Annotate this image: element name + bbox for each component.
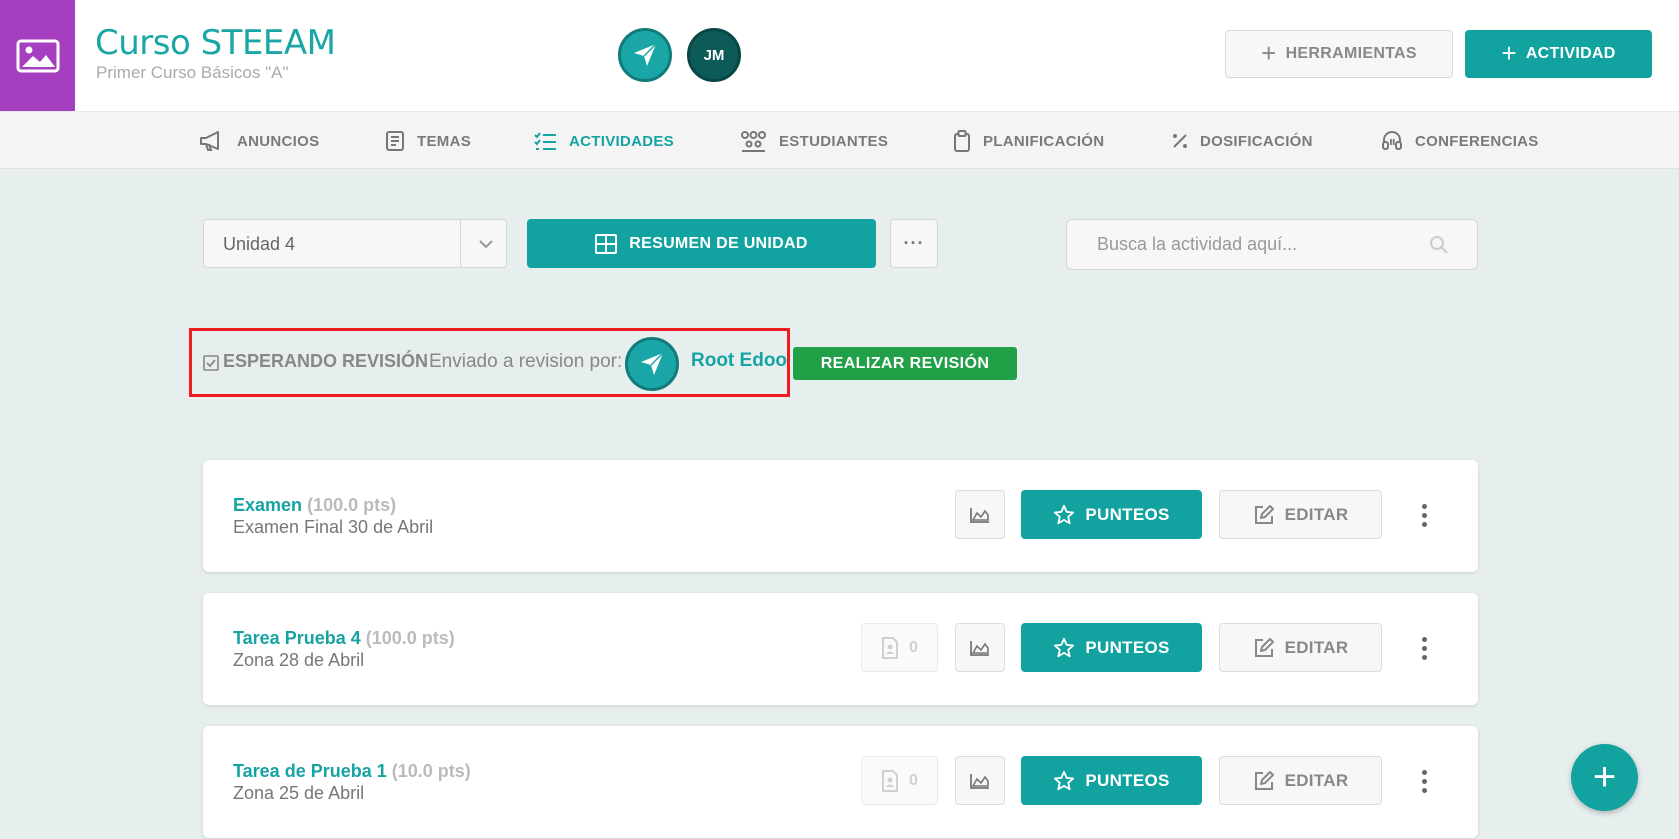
unit-summary-button[interactable]: RESUMEN DE UNIDAD xyxy=(527,219,876,268)
kebab-menu-icon[interactable] xyxy=(1416,495,1432,535)
divider xyxy=(460,220,461,267)
tab-actividades[interactable]: ACTIVIDADES xyxy=(534,112,674,170)
activity-card: Tarea de Prueba 1 (10.0 pts) Zona 25 de … xyxy=(203,726,1478,838)
scores-button[interactable]: PUNTEOS xyxy=(1021,490,1202,539)
reviewer-avatar xyxy=(625,337,679,391)
search-box xyxy=(1066,219,1478,270)
scores-button[interactable]: PUNTEOS xyxy=(1021,623,1202,672)
tab-conferencias[interactable]: CONFERENCIAS xyxy=(1381,112,1539,170)
book-icon xyxy=(386,131,404,151)
megaphone-icon xyxy=(200,131,219,151)
top-header: Curso STEEAM Primer Curso Básicos "A" JM… xyxy=(0,0,1679,111)
stats-button[interactable] xyxy=(955,490,1005,539)
activity-description: Examen Final 30 de Abril xyxy=(233,517,434,537)
edit-icon xyxy=(1254,504,1274,524)
unit-select-value: Unidad 4 xyxy=(223,234,296,254)
send-icon xyxy=(641,352,664,375)
edit-button[interactable]: EDITAR xyxy=(1219,756,1382,805)
document-user-icon xyxy=(882,636,899,659)
course-title: Curso STEEAM xyxy=(95,23,336,63)
submissions-count: 0 xyxy=(909,771,918,789)
star-icon xyxy=(1054,504,1075,524)
activity-title-line[interactable]: Tarea de Prueba 1 (10.0 pts) xyxy=(233,761,471,782)
checkbox-icon xyxy=(203,355,219,371)
add-activity-button[interactable]: + ACTIVIDAD xyxy=(1465,30,1652,78)
edit-icon xyxy=(1254,637,1274,657)
user-avatar[interactable]: JM xyxy=(687,28,741,82)
plus-icon: + xyxy=(1501,37,1517,68)
activity-points: (10.0 pts) xyxy=(391,761,471,781)
edit-icon xyxy=(1254,770,1274,790)
submissions-count: 0 xyxy=(909,638,918,656)
search-input[interactable] xyxy=(1097,234,1417,255)
star-icon xyxy=(1054,637,1075,657)
document-user-icon xyxy=(882,769,899,792)
unit-summary-label: RESUMEN DE UNIDAD xyxy=(629,234,808,252)
activity-title-line[interactable]: Examen (100.0 pts) xyxy=(233,495,396,516)
course-nav: ANUNCIOS TEMAS ACTIVIDADES ESTUDIANTES P… xyxy=(0,111,1679,169)
clipboard-icon xyxy=(954,130,970,152)
edit-button[interactable]: EDITAR xyxy=(1219,490,1382,539)
activity-title: Tarea de Prueba 1 xyxy=(233,761,387,781)
students-icon xyxy=(741,131,766,152)
tools-label: HERRAMIENTAS xyxy=(1285,45,1417,62)
review-status: ESPERANDO REVISIÓN xyxy=(223,351,429,371)
activity-label: ACTIVIDAD xyxy=(1525,45,1616,62)
kebab-menu-icon[interactable] xyxy=(1416,628,1432,668)
reviewer-name-link[interactable]: Root Edoo xyxy=(691,350,787,372)
search-icon[interactable] xyxy=(1429,235,1449,255)
tab-anuncios[interactable]: ANUNCIOS xyxy=(198,112,319,170)
kebab-menu-icon[interactable] xyxy=(1416,761,1432,801)
checklist-icon xyxy=(534,132,556,150)
activity-description: Zona 28 de Abril xyxy=(233,650,365,670)
area-chart-icon xyxy=(970,773,989,789)
plus-icon: + xyxy=(1261,37,1277,68)
submissions-button[interactable]: 0 xyxy=(861,756,938,805)
activity-card: Examen (100.0 pts) Examen Final 30 de Ab… xyxy=(203,460,1478,572)
tab-planificacion[interactable]: PLANIFICACIÓN xyxy=(953,112,1104,170)
area-chart-icon xyxy=(970,640,989,656)
activity-description: Zona 25 de Abril xyxy=(233,783,365,803)
send-avatar-icon[interactable] xyxy=(618,28,672,82)
review-sent-by-label: Enviado a revision por: xyxy=(429,351,623,372)
stats-button[interactable] xyxy=(955,623,1005,672)
activity-title-line[interactable]: Tarea Prueba 4 (100.0 pts) xyxy=(233,628,455,649)
tab-estudiantes[interactable]: ESTUDIANTES xyxy=(740,112,888,170)
unit-select[interactable]: Unidad 4 xyxy=(203,219,507,268)
area-chart-icon xyxy=(970,507,989,523)
activity-card: Tarea Prueba 4 (100.0 pts) Zona 28 de Ab… xyxy=(203,593,1478,705)
activity-points: (100.0 pts) xyxy=(307,495,397,515)
activity-title: Examen xyxy=(233,495,303,515)
scores-button[interactable]: PUNTEOS xyxy=(1021,756,1202,805)
more-options-button[interactable]: ··· xyxy=(890,219,938,268)
course-image-icon[interactable] xyxy=(0,0,75,111)
star-icon xyxy=(1054,770,1075,790)
percent-icon xyxy=(1173,134,1187,148)
activity-points: (100.0 pts) xyxy=(365,628,455,648)
course-subtitle: Primer Curso Básicos "A" xyxy=(96,63,289,82)
chevron-down-icon xyxy=(479,240,493,249)
stats-button[interactable] xyxy=(955,756,1005,805)
activity-title: Tarea Prueba 4 xyxy=(233,628,361,648)
grid-icon xyxy=(595,233,618,254)
submissions-button[interactable]: 0 xyxy=(861,623,938,672)
perform-review-button[interactable]: REALIZAR REVISIÓN xyxy=(793,347,1017,380)
tools-button[interactable]: + HERRAMIENTAS xyxy=(1225,30,1453,78)
tab-dosificacion[interactable]: DOSIFICACIÓN xyxy=(1172,112,1313,170)
add-floating-button[interactable]: + xyxy=(1571,744,1638,811)
edit-button[interactable]: EDITAR xyxy=(1219,623,1382,672)
tab-temas[interactable]: TEMAS xyxy=(385,112,471,170)
headset-icon xyxy=(1382,131,1402,150)
